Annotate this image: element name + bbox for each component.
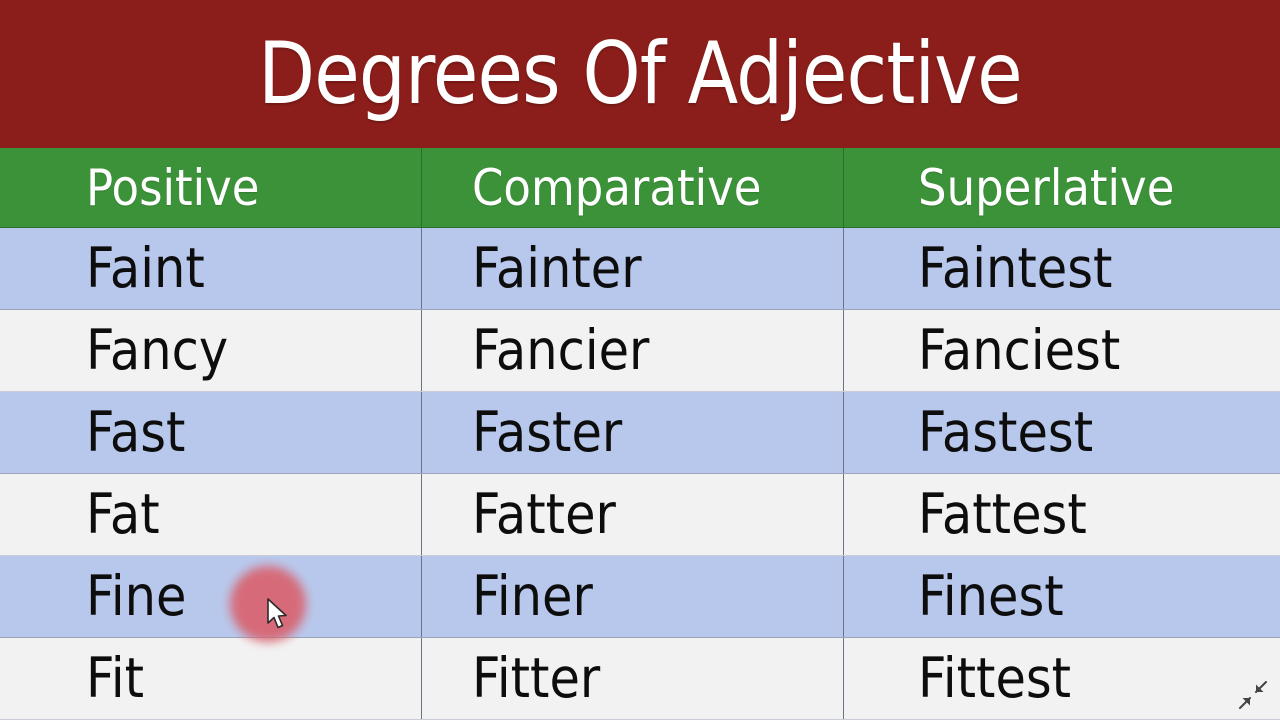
cell-positive: Fit (0, 638, 422, 719)
table-row: Fine Finer Finest (0, 556, 1280, 638)
cell-text: Faintest (918, 236, 1113, 300)
cell-text: Faint (86, 236, 205, 300)
cell-text: Fittest (918, 646, 1072, 710)
cell-positive: Fine (0, 556, 422, 637)
cell-text: Fanciest (918, 318, 1121, 382)
cell-superlative: Fastest (844, 392, 1280, 473)
cell-comparative: Fancier (422, 310, 844, 391)
cell-superlative: Faintest (844, 228, 1280, 309)
degrees-of-adjective-table: Positive Comparative Superlative Faint F… (0, 148, 1280, 720)
column-header-comparative: Comparative (422, 148, 844, 227)
title-banner: Degrees Of Adjective (0, 0, 1280, 148)
column-header-label: Superlative (918, 158, 1175, 217)
cell-text: Fancy (86, 318, 229, 382)
cell-superlative: Finest (844, 556, 1280, 637)
cell-text: Fatter (472, 482, 616, 546)
cell-comparative: Fatter (422, 474, 844, 555)
cell-text: Faster (472, 400, 623, 464)
cell-text: Fainter (472, 236, 642, 300)
page-title: Degrees Of Adjective (258, 24, 1022, 124)
table-row: Fast Faster Fastest (0, 392, 1280, 474)
cell-positive: Fat (0, 474, 422, 555)
column-header-label: Positive (86, 158, 260, 217)
cell-text: Finer (472, 564, 593, 628)
cell-comparative: Finer (422, 556, 844, 637)
cell-comparative: Faster (422, 392, 844, 473)
table-header-row: Positive Comparative Superlative (0, 148, 1280, 228)
cell-positive: Faint (0, 228, 422, 309)
table-row: Fat Fatter Fattest (0, 474, 1280, 556)
column-header-positive: Positive (0, 148, 422, 227)
cell-superlative: Fattest (844, 474, 1280, 555)
cell-text: Fitter (472, 646, 601, 710)
exit-fullscreen-icon[interactable] (1236, 678, 1270, 712)
table-row: Fit Fitter Fittest (0, 638, 1280, 720)
cell-text: Fit (86, 646, 145, 710)
cell-superlative: Fanciest (844, 310, 1280, 391)
column-header-superlative: Superlative (844, 148, 1280, 227)
cell-superlative: Fittest (844, 638, 1280, 719)
cell-text: Finest (918, 564, 1064, 628)
cell-text: Fine (86, 564, 187, 628)
video-frame: Degrees Of Adjective Positive Comparativ… (0, 0, 1280, 720)
cell-positive: Fast (0, 392, 422, 473)
cell-text: Fancier (472, 318, 650, 382)
table-row: Faint Fainter Faintest (0, 228, 1280, 310)
cell-positive: Fancy (0, 310, 422, 391)
table-row: Fancy Fancier Fanciest (0, 310, 1280, 392)
cell-text: Fattest (918, 482, 1087, 546)
cell-comparative: Fainter (422, 228, 844, 309)
column-header-label: Comparative (472, 158, 762, 217)
cell-text: Fat (86, 482, 160, 546)
cell-text: Fastest (918, 400, 1094, 464)
cell-text: Fast (86, 400, 186, 464)
cell-comparative: Fitter (422, 638, 844, 719)
